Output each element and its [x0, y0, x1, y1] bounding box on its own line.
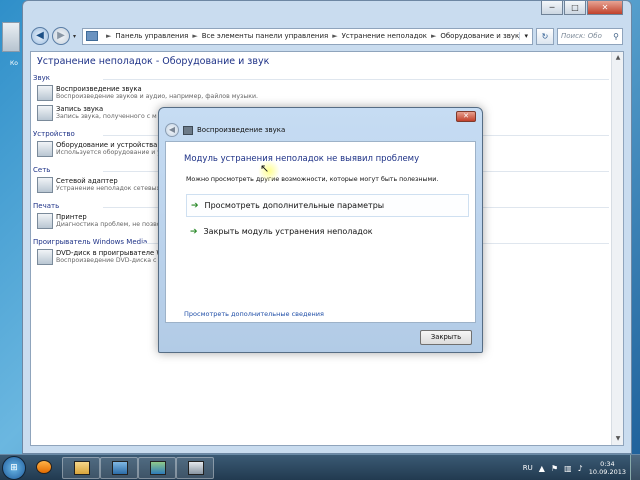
address-bar[interactable]: ► Панель управления ► Все элементы панел… [82, 27, 533, 45]
maximize-button[interactable]: □ [564, 1, 586, 15]
troubleshooter-icon [183, 125, 193, 135]
category-sound: Звук [33, 74, 609, 82]
close-troubleshooter-link[interactable]: ➔ Закрыть модуль устранения неполадок [186, 220, 469, 243]
page-title: Устранение неполадок - Оборудование и зв… [37, 56, 270, 67]
search-placeholder: Поиск: Обо [561, 32, 602, 40]
navigation-bar: ◀ ▶ ▾ ► Панель управления ► Все элементы… [31, 25, 623, 47]
search-input[interactable]: Поиск: Обо ⚲ [557, 27, 623, 45]
breadcrumb-separator[interactable]: ► [192, 32, 197, 40]
media-player-icon [36, 460, 52, 474]
taskbar-explorer[interactable] [62, 457, 100, 479]
recent-pages-dropdown[interactable]: ▾ [73, 33, 79, 40]
dvd-icon [37, 249, 53, 265]
item-dvd-playback[interactable]: DVD-диск в проигрывателе Windo Воспроизв… [37, 249, 178, 265]
image-viewer-icon [112, 461, 128, 475]
breadcrumb-all-items[interactable]: Все элементы панели управления [202, 32, 329, 40]
dialog-close-button[interactable]: ✕ [456, 111, 476, 122]
vertical-scrollbar[interactable]: ▲ ▼ [611, 52, 623, 445]
breadcrumb-control-panel[interactable]: Панель управления [115, 32, 188, 40]
volume-icon[interactable]: ♪ [578, 464, 583, 473]
back-button[interactable]: ◀ [165, 123, 179, 137]
result-subtext: Можно просмотреть другие возможности, ко… [186, 176, 439, 183]
back-button[interactable]: ◀ [31, 27, 49, 45]
taskbar-control-panel[interactable] [138, 457, 176, 479]
close-button[interactable]: ✕ [587, 1, 623, 15]
address-dropdown[interactable]: ▾ [519, 32, 532, 40]
green-arrow-icon: ➔ [191, 200, 199, 211]
network-icon[interactable]: ▥ [564, 464, 572, 473]
item-sound-recording[interactable]: Запись звука Запись звука, полученного с… [37, 105, 167, 121]
item-description: Воспроизведение звуков и аудио, например… [56, 93, 258, 100]
show-desktop-button[interactable] [630, 455, 640, 480]
breadcrumb-hardware-sound[interactable]: Оборудование и звук [440, 32, 519, 40]
category-label: Звук [33, 74, 50, 82]
item-sound-playback[interactable]: Воспроизведение звука Воспроизведение зв… [37, 85, 258, 101]
option-label: Закрыть модуль устранения неполадок [203, 227, 373, 236]
result-heading: Модуль устранения неполадок не выявил пр… [184, 154, 420, 164]
item-printer[interactable]: Принтер Диагностика проблем, не позволяю… [37, 213, 179, 229]
forward-button[interactable]: ▶ [52, 27, 70, 45]
close-dialog-button[interactable]: Закрыть [420, 330, 472, 345]
language-indicator[interactable]: RU [523, 464, 533, 472]
folder-icon [74, 461, 90, 475]
category-label: Сеть [33, 166, 51, 174]
taskbar-troubleshooter[interactable] [176, 457, 214, 479]
scroll-up-button[interactable]: ▲ [612, 52, 624, 64]
troubleshooter-dialog: ✕ ◀ Воспроизведение звука Модуль устране… [158, 107, 483, 353]
clock-time: 0:34 [600, 460, 615, 468]
view-details-link[interactable]: Просмотреть дополнительные сведения [184, 310, 324, 318]
printer-icon [37, 213, 53, 229]
dialog-header: ◀ Воспроизведение звука [165, 123, 285, 137]
desktop-icon-label: Ко [10, 60, 18, 67]
option-label: Просмотреть дополнительные параметры [204, 201, 385, 210]
action-center-flag-icon[interactable]: ⚑ [551, 464, 558, 473]
item-description: Устранение неполадок сетевых ад [56, 185, 171, 192]
network-adapter-icon [37, 177, 53, 193]
taskbar: ⊞ RU ▲ ⚑ ▥ ♪ 0:34 10.09.2013 [0, 454, 640, 480]
item-title: Сетевой адаптер [56, 177, 118, 185]
breadcrumb-separator[interactable]: ► [106, 32, 111, 40]
clock[interactable]: 0:34 10.09.2013 [589, 460, 626, 476]
troubleshooter-icon [188, 461, 204, 475]
breadcrumb-separator[interactable]: ► [332, 32, 337, 40]
dialog-body: Модуль устранения неполадок не выявил пр… [165, 141, 476, 323]
category-label: Проигрыватель Windows Media [33, 238, 148, 246]
control-panel-icon [150, 461, 166, 475]
refresh-button[interactable]: ↻ [536, 27, 554, 45]
view-more-options-link[interactable]: ➔ Просмотреть дополнительные параметры [186, 194, 469, 217]
item-title: Запись звука [56, 105, 104, 113]
item-title: Оборудование и устройства [56, 141, 158, 149]
desktop-computer-icon[interactable] [2, 22, 20, 52]
item-title: Воспроизведение звука [56, 85, 142, 93]
speaker-icon [37, 85, 53, 101]
microphone-icon [37, 105, 53, 121]
item-network-adapter[interactable]: Сетевой адаптер Устранение неполадок сет… [37, 177, 171, 193]
search-icon[interactable]: ⚲ [613, 32, 622, 41]
scroll-down-button[interactable]: ▼ [612, 433, 624, 445]
minimize-button[interactable]: ─ [541, 1, 563, 15]
clock-date: 10.09.2013 [588, 468, 626, 476]
item-description: Используется оборудование и устр [56, 149, 172, 156]
control-panel-icon [86, 31, 98, 41]
taskbar-image-viewer[interactable] [100, 457, 138, 479]
green-arrow-icon: ➔ [190, 226, 198, 237]
mouse-cursor-icon: ↖ [260, 162, 270, 175]
category-label: Печать [33, 202, 60, 210]
breadcrumb-separator[interactable]: ► [431, 32, 436, 40]
dialog-title: Воспроизведение звука [197, 126, 286, 134]
category-label: Устройство [33, 130, 75, 138]
item-description: Запись звука, полученного с м [56, 113, 157, 120]
hardware-icon [37, 141, 53, 157]
start-button[interactable]: ⊞ [2, 456, 26, 480]
window-caption-buttons: ─ □ ✕ [541, 1, 623, 15]
taskbar-media-player[interactable] [30, 457, 58, 479]
show-hidden-icons-icon[interactable]: ▲ [539, 464, 545, 473]
system-tray: RU ▲ ⚑ ▥ ♪ 0:34 10.09.2013 [523, 455, 640, 480]
breadcrumb-troubleshooting[interactable]: Устранение неполадок [342, 32, 427, 40]
item-hardware-devices[interactable]: Оборудование и устройства Используется о… [37, 141, 172, 157]
